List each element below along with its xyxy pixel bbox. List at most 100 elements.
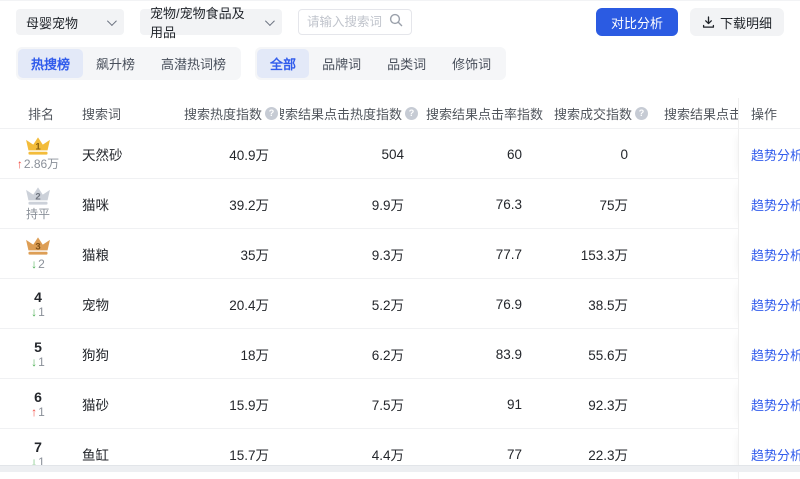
col-header-rank: 排名 [28,106,55,122]
tab-热搜榜[interactable]: 热搜榜 [18,49,84,78]
col-header-ctr: 搜索结果点击率指数 [425,106,543,122]
action-cell: 趋势分析 [738,229,800,279]
search-input[interactable] [307,15,385,29]
trend-analysis-link[interactable]: 趋势分析 [751,245,800,264]
col-header-keyword: 搜索词 [82,106,122,122]
click-rate-index: 77.7 [495,246,522,262]
tab-高潜热词榜[interactable]: 高潜热词榜 [148,49,239,78]
rank-change-indicator: ↓ 2 [31,257,45,272]
rank-change-value: 持平 [25,207,50,222]
click-heat-index: 9.3万 [371,248,404,263]
search-icon [389,13,403,32]
search-heat-index: 15.9万 [229,398,269,413]
keyword-cell: 猫砂 [82,398,109,413]
subtab-全部[interactable]: 全部 [257,49,310,78]
click-rate-index: 76.9 [495,296,522,312]
table-header: 排名 搜索词 搜索热度指数 ? 搜索结果点击热度指数 ? 搜索结果点击率指数 搜… [0,98,800,128]
subcategory-select-value: 宠物/宠物食品及用品 [150,6,245,40]
trend-analysis-link[interactable]: 趋势分析 [751,145,800,164]
compare-analysis-button[interactable]: 对比分析 [595,8,678,36]
rank-change-arrow-icon: ↓ [31,304,38,319]
trend-analysis-link[interactable]: 趋势分析 [751,195,800,214]
subtab-品类词[interactable]: 品类词 [374,49,439,78]
rank-change-arrow-icon: ↑ [16,157,23,172]
keyword-cell: 宠物 [82,298,109,313]
tabs-row: 热搜榜 飙升榜 高潜热词榜 全部 品牌词 品类词 修饰词 [0,35,800,80]
svg-text:3: 3 [35,241,40,252]
hot-search-keywords-page: 母婴宠物 宠物/宠物食品及用品 对比分析 下载明细 热搜榜飙升榜高潜热词榜 全部… [0,0,800,479]
table-row: 2 持平 猫咪 39.2万 9.9万 76.3 75万 趋势分析 [0,178,800,229]
click-rate-index: 91 [506,396,522,412]
search-heat-index: 39.2万 [229,198,269,213]
rank-crown-icon: 3 [24,236,52,257]
trend-analysis-link[interactable]: 趋势分析 [751,445,800,464]
trend-analysis-link[interactable]: 趋势分析 [751,395,800,414]
rank-change-arrow-icon: ↓ [31,354,38,369]
search-heat-index: 18万 [240,348,269,363]
rank-change-value: 1 [38,404,45,419]
rank-change-indicator: ↑ 2.86万 [16,157,60,172]
rank-change-indicator: ↑ 1 [31,404,45,420]
trend-analysis-link[interactable]: 趋势分析 [751,295,800,314]
trend-analysis-link[interactable]: 趋势分析 [751,345,800,364]
click-heat-index: 7.5万 [371,398,404,413]
click-heat-index: 5.2万 [371,298,404,313]
rank-number: 7 [34,438,42,455]
click-heat-index: 9.9万 [371,198,404,213]
subcategory-select[interactable]: 宠物/宠物食品及用品 [140,6,282,40]
svg-text:2: 2 [35,191,40,202]
tab-飙升榜[interactable]: 飙升榜 [83,49,148,78]
col-header-click-deal: 搜索结果点击-成交转 [664,106,738,122]
click-heat-index: 504 [381,146,404,162]
action-cell: 趋势分析 [738,379,800,429]
rank-cell: 4 ↓ 1 [0,289,76,320]
col-header-click-heat: 搜索结果点击热度指数 ? [280,104,420,123]
category-select[interactable]: 母婴宠物 [16,9,124,35]
search-heat-index: 40.9万 [229,148,269,163]
download-icon [702,15,715,29]
rank-change-indicator: ↓ 1 [31,354,45,370]
table-body: 1 ↑ 2.86万 天然砂 40.9万 504 60 0 趋势分析 2 持平 猫… [0,128,800,479]
subtab-修饰词[interactable]: 修饰词 [439,49,504,78]
keyword-cell: 猫咪 [82,198,109,213]
col-header-heat: 搜索热度指数 ? [180,104,280,123]
bottom-strip [0,465,800,472]
table-row: 1 ↑ 2.86万 天然砂 40.9万 504 60 0 趋势分析 [0,128,800,179]
table-row: 4 ↓ 1 宠物 20.4万 5.2万 76.9 38.5万 趋势分析 [0,278,800,329]
deal-index: 153.3万 [580,248,628,263]
rank-change-value: 2 [38,257,45,272]
search-heat-index: 35万 [240,248,269,263]
keyword-cell: 鱼缸 [82,448,109,463]
table-row: 6 ↑ 1 猫砂 15.9万 7.5万 91 92.3万 趋势分析 [0,378,800,429]
col-header-deal: 搜索成交指数 ? [545,104,650,123]
svg-text:1: 1 [35,141,41,152]
rank-change-value: 1 [38,304,45,319]
keyword-cell: 狗狗 [82,348,109,363]
chevron-down-icon [264,15,275,26]
rank-number: 6 [34,388,42,405]
help-icon[interactable]: ? [405,106,418,120]
toolbar: 母婴宠物 宠物/宠物食品及用品 对比分析 下载明细 [0,1,800,40]
chevron-down-icon [106,15,117,26]
word-type-tab-group: 全部 品牌词 品类词 修饰词 [255,47,507,80]
rank-change-arrow-icon: ↓ [31,257,38,272]
download-detail-label: 下载明细 [719,15,772,31]
click-rate-index: 77 [506,446,522,462]
keyword-search-box[interactable] [298,9,412,35]
rank-change-value: 2.86万 [23,157,60,172]
rank-change-arrow-icon: ↑ [31,404,38,419]
action-cell: 趋势分析 [738,329,800,379]
rank-cell: 5 ↓ 1 [0,339,76,370]
help-icon[interactable]: ? [265,106,278,120]
help-icon[interactable]: ? [635,106,648,120]
rank-cell: 1 ↑ 2.86万 [0,136,76,172]
deal-index: 92.3万 [588,398,628,413]
keyword-table: 排名 搜索词 搜索热度指数 ? 搜索结果点击热度指数 ? 搜索结果点击率指数 搜… [0,98,800,479]
keyword-cell: 猫粮 [82,248,109,263]
click-heat-index: 6.2万 [371,348,404,363]
col-header-action: 操作 [738,98,800,128]
deal-index: 38.5万 [588,298,628,313]
click-rate-index: 83.9 [495,346,522,362]
download-detail-button[interactable]: 下载明细 [689,8,784,36]
subtab-品牌词[interactable]: 品牌词 [309,49,374,78]
